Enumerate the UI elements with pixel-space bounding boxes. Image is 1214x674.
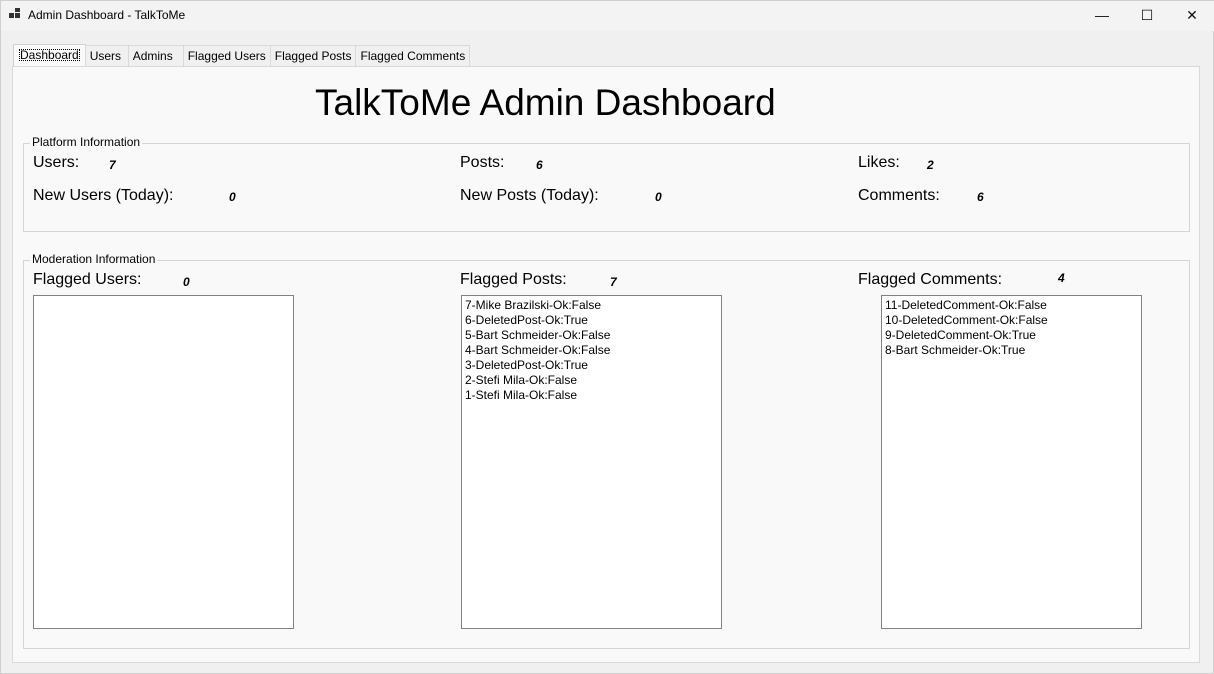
tab-flagged-users-label: Flagged Users xyxy=(187,49,266,63)
list-item[interactable]: 1-Stefi Mila-Ok:False xyxy=(465,388,718,403)
dashboard-tab-page: TalkToMe Admin Dashboard Platform Inform… xyxy=(12,66,1200,663)
posts-value: 6 xyxy=(536,158,543,172)
tab-dashboard-label: Dashboard xyxy=(18,48,80,62)
moderation-info-group: Moderation Information Flagged Users: 0 … xyxy=(23,252,1190,649)
minimize-icon: — xyxy=(1095,7,1109,23)
flagged-posts-label: Flagged Posts: xyxy=(460,271,567,288)
list-item[interactable]: 11-DeletedComment-Ok:False xyxy=(885,298,1138,313)
likes-label: Likes: xyxy=(858,154,900,171)
tab-flagged-comments[interactable]: Flagged Comments xyxy=(355,45,471,66)
flagged-comments-label: Flagged Comments: xyxy=(858,271,1003,288)
close-button[interactable]: ✕ xyxy=(1169,1,1214,29)
users-label: Users: xyxy=(33,154,80,171)
flagged-users-listbox[interactable] xyxy=(33,295,294,629)
tab-flagged-comments-label: Flagged Comments xyxy=(360,49,466,63)
platform-info-legend: Platform Information xyxy=(30,135,143,149)
comments-value: 6 xyxy=(977,190,984,204)
page-title: TalkToMe Admin Dashboard xyxy=(315,82,776,123)
comments-label: Comments: xyxy=(858,187,940,204)
maximize-button[interactable]: ☐ xyxy=(1124,1,1170,29)
flagged-posts-value: 7 xyxy=(610,275,617,289)
list-item[interactable]: 6-DeletedPost-Ok:True xyxy=(465,313,718,328)
list-item[interactable]: 5-Bart Schmeider-Ok:False xyxy=(465,328,718,343)
posts-label: Posts: xyxy=(460,154,505,171)
flagged-posts-listbox[interactable]: 7-Mike Brazilski-Ok:False 6-DeletedPost-O… xyxy=(461,295,722,629)
list-item[interactable]: 9-DeletedComment-Ok:True xyxy=(885,328,1138,343)
tab-users[interactable]: Users xyxy=(84,45,129,66)
flagged-comments-value: 4 xyxy=(1058,271,1065,285)
tab-flagged-posts[interactable]: Flagged Posts xyxy=(269,45,357,66)
app-icon xyxy=(9,8,21,20)
tab-flagged-users[interactable]: Flagged Users xyxy=(182,45,271,66)
list-item[interactable]: 2-Stefi Mila-Ok:False xyxy=(465,373,718,388)
platform-info-group: Platform Information Users: 7 Posts: 6 L… xyxy=(23,135,1190,232)
flagged-users-label: Flagged Users: xyxy=(33,271,142,288)
list-item[interactable]: 4-Bart Schmeider-Ok:False xyxy=(465,343,718,358)
admin-dashboard-window: Admin Dashboard - TalkToMe — ☐ ✕ Dashboa… xyxy=(0,0,1214,674)
new-posts-value: 0 xyxy=(655,190,662,204)
list-item[interactable]: 10-DeletedComment-Ok:False xyxy=(885,313,1138,328)
tab-admins-label: Admins xyxy=(132,49,173,63)
list-item[interactable]: 8-Bart Schmeider-Ok:True xyxy=(885,343,1138,358)
users-value: 7 xyxy=(109,158,116,172)
list-item[interactable]: 3-DeletedPost-Ok:True xyxy=(465,358,718,373)
likes-value: 2 xyxy=(927,158,934,172)
list-item[interactable]: 7-Mike Brazilski-Ok:False xyxy=(465,298,718,313)
new-posts-label: New Posts (Today): xyxy=(460,187,599,204)
moderation-info-legend: Moderation Information xyxy=(30,252,158,266)
tab-dashboard[interactable]: Dashboard xyxy=(13,44,86,66)
tab-flagged-posts-label: Flagged Posts xyxy=(274,49,352,63)
tab-users-label: Users xyxy=(89,49,122,63)
window-title: Admin Dashboard - TalkToMe xyxy=(28,8,186,22)
close-icon: ✕ xyxy=(1186,6,1198,23)
new-users-label: New Users (Today): xyxy=(33,187,174,204)
tab-admins[interactable]: Admins xyxy=(127,45,184,66)
title-bar[interactable]: Admin Dashboard - TalkToMe — ☐ ✕ xyxy=(1,1,1214,31)
flagged-users-value: 0 xyxy=(183,275,190,289)
new-users-value: 0 xyxy=(229,190,236,204)
tab-strip: Dashboard Users Admins Flagged Users Fla… xyxy=(13,44,471,67)
flagged-comments-listbox[interactable]: 11-DeletedComment-Ok:False 10-DeletedComm… xyxy=(881,295,1142,629)
minimize-button[interactable]: — xyxy=(1079,1,1125,29)
maximize-icon: ☐ xyxy=(1140,6,1154,23)
